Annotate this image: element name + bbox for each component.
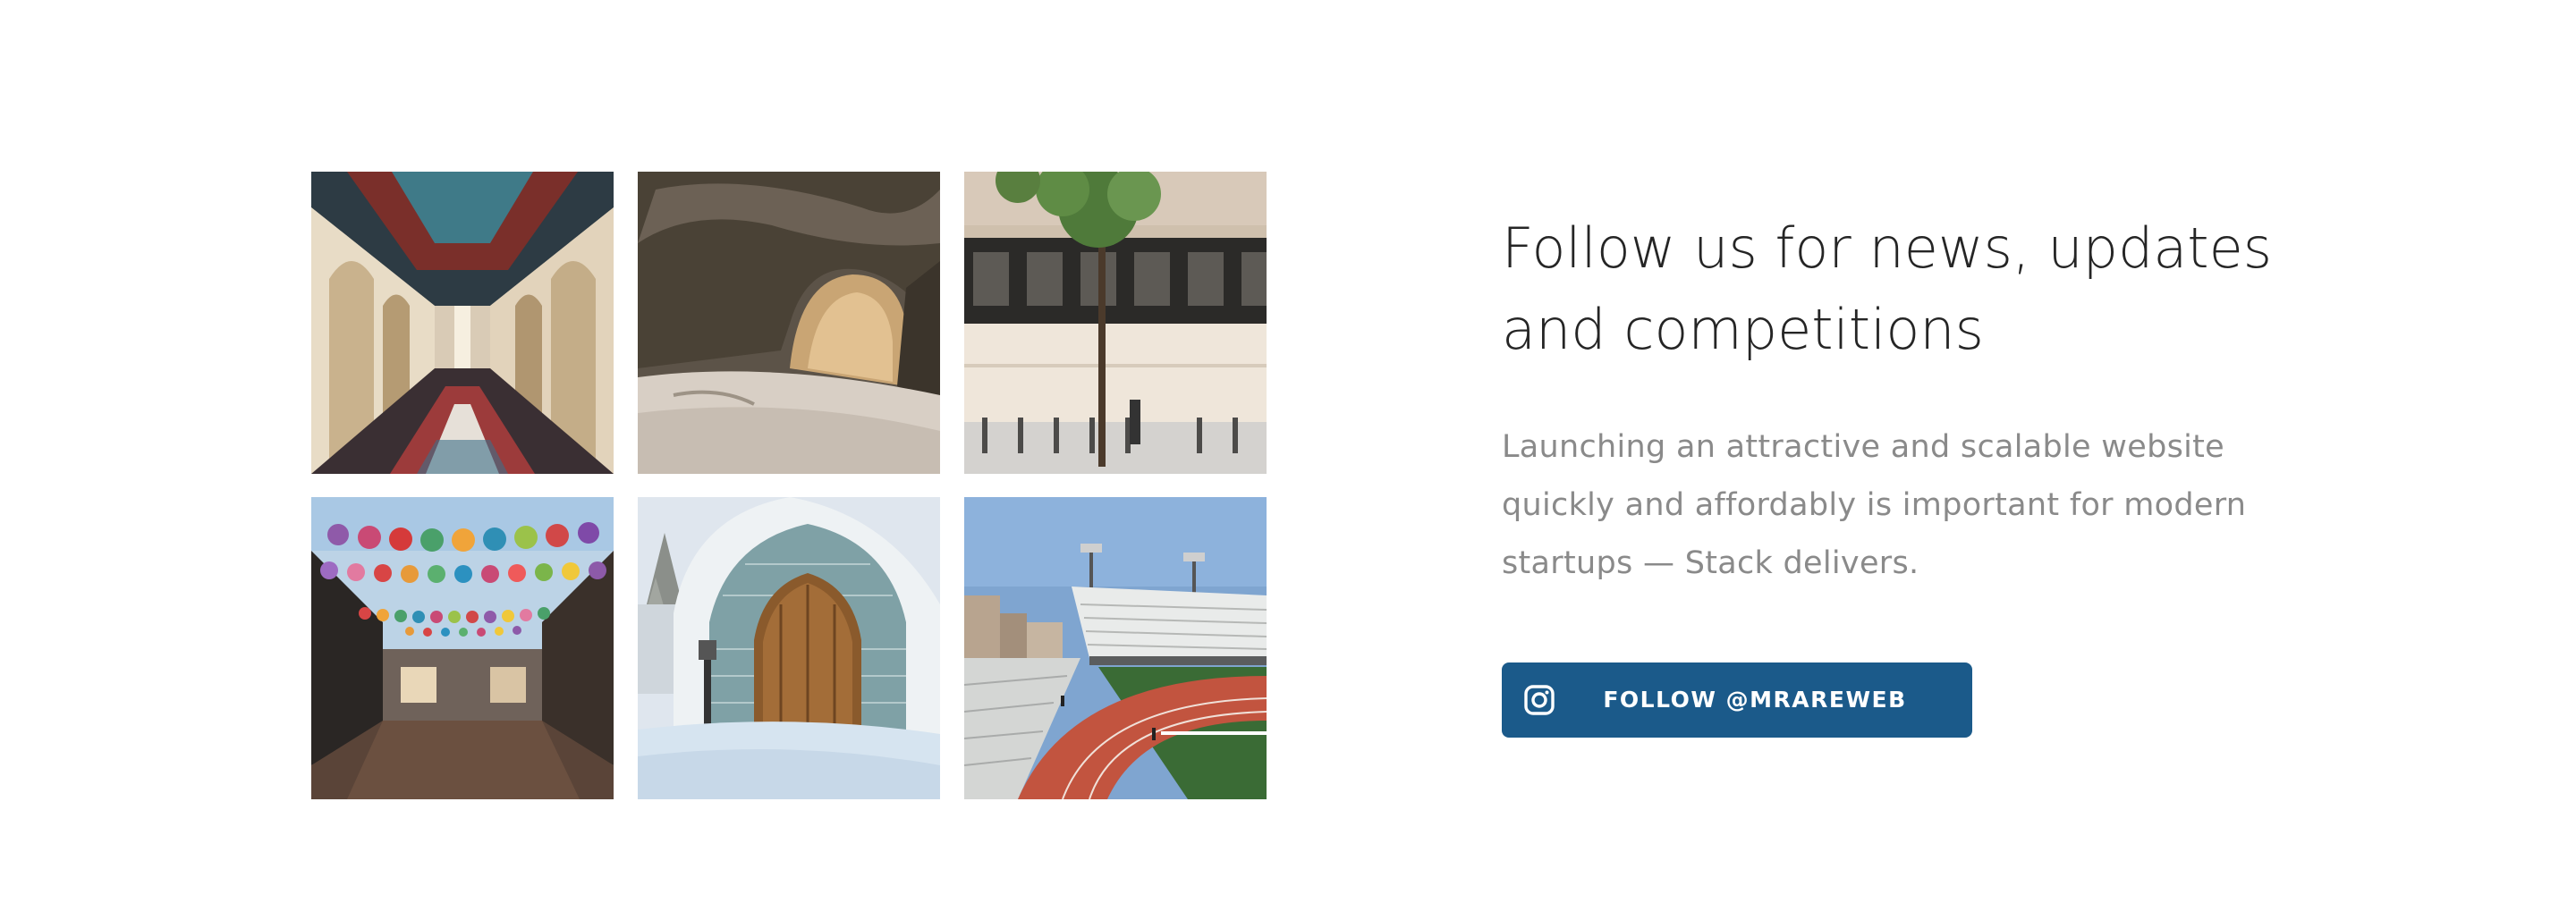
photo-tile-ice-chapel[interactable]: [638, 497, 940, 799]
follow-copy-block: Follow us for news, updates and competit…: [1502, 207, 2307, 593]
stadium-image: [964, 497, 1267, 799]
follow-instagram-button[interactable]: FOLLOW @MRAREWEB: [1502, 662, 1972, 738]
photo-tile-building-tree[interactable]: [964, 172, 1267, 474]
lead-paragraph: Launching an attractive and scalable web…: [1502, 429, 2247, 581]
photo-tile-lanterns-street[interactable]: [311, 497, 614, 799]
headline-line-2: and competitions: [1502, 297, 1984, 362]
lanterns-street-image: [311, 497, 614, 799]
instagram-photo-grid: [311, 172, 1267, 799]
building-tree-image: [964, 172, 1267, 474]
photo-tile-cave-arch[interactable]: [638, 172, 940, 474]
photo-tile-stadium[interactable]: [964, 497, 1267, 799]
page-title: Follow us for news, updates and competit…: [1502, 207, 2289, 370]
follow-button-label: FOLLOW @MRAREWEB: [1603, 687, 1907, 713]
ice-chapel-image: [638, 497, 940, 799]
photo-tile-corridor[interactable]: [311, 172, 614, 474]
cave-arch-image: [638, 172, 940, 474]
instagram-section: Follow us for news, updates and competit…: [0, 0, 2576, 903]
corridor-image: [311, 172, 614, 474]
headline-line-1: Follow us for news, updates: [1502, 215, 2273, 281]
instagram-icon: [1524, 685, 1555, 715]
